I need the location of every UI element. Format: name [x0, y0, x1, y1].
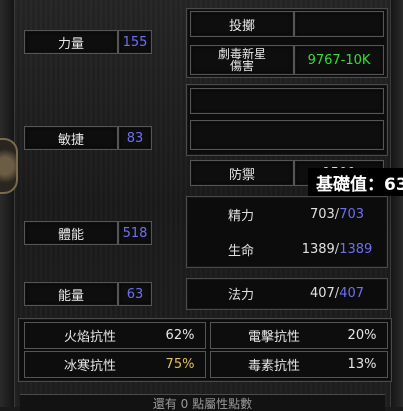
lightning-resist-value: 20%: [347, 328, 377, 343]
poison-resist-label: 毒素抗性: [247, 359, 300, 374]
panel-ornament-icon: [0, 138, 18, 194]
defense-label: 防禦: [190, 160, 294, 186]
fire-resist-value: 62%: [165, 328, 195, 343]
mana-current: 407: [309, 285, 335, 301]
strength-label: 力量: [24, 30, 118, 54]
mana-max: 407: [339, 285, 365, 301]
dexterity-label: 敏捷: [24, 126, 118, 150]
vitality-value: 518: [118, 221, 152, 245]
poison-resist-value: 13%: [347, 357, 377, 372]
cold-resist-label: 冰寒抗性: [63, 359, 116, 374]
throw-value: [294, 11, 384, 37]
cold-resist-value: 75%: [165, 357, 195, 372]
remaining-points-text: 還有 0 點屬性點數: [20, 394, 385, 411]
vitality-label: 體能: [24, 221, 118, 245]
empty-stat-row-1: [190, 88, 384, 114]
mana-label: 法力: [227, 287, 254, 303]
fire-resist-label: 火焰抗性: [63, 330, 116, 345]
stamina-row: 精力 703/703: [190, 203, 382, 225]
lightning-resist-label: 電擊抗性: [247, 330, 300, 345]
life-max: 1389: [339, 241, 373, 257]
base-value-tooltip: 基礎值：63: [308, 168, 403, 196]
poison-nova-damage-value: 9767-10K: [294, 45, 384, 75]
strength-value: 155: [118, 30, 152, 54]
empty-stat-row-2: [190, 120, 384, 150]
energy-label: 能量: [24, 282, 118, 306]
panel-left-edge: [0, 0, 15, 407]
poison-resist-row: 毒素抗性 13%: [210, 351, 388, 378]
stamina-max: 703: [339, 206, 365, 222]
life-label: 生命: [227, 243, 254, 259]
fire-resist-row: 火焰抗性 62%: [24, 322, 206, 349]
dexterity-value: 83: [118, 126, 152, 150]
energy-value: 63: [118, 282, 152, 306]
cold-resist-row: 冰寒抗性 75%: [24, 351, 206, 378]
life-row: 生命 1389/1389: [190, 238, 382, 260]
mana-row: 法力 407/407: [190, 282, 382, 304]
throw-label[interactable]: 投擲: [190, 11, 294, 37]
poison-nova-damage-label[interactable]: 劇毒新星 傷害: [190, 45, 294, 75]
stamina-current: 703: [309, 206, 335, 222]
life-current: 1389: [301, 241, 335, 257]
character-stats-panel: 力量 155 敏捷 83 體能 518 能量 63 投擲 劇毒新星 傷害 976…: [0, 0, 403, 411]
lightning-resist-row: 電擊抗性 20%: [210, 322, 388, 349]
stamina-label: 精力: [227, 208, 254, 224]
